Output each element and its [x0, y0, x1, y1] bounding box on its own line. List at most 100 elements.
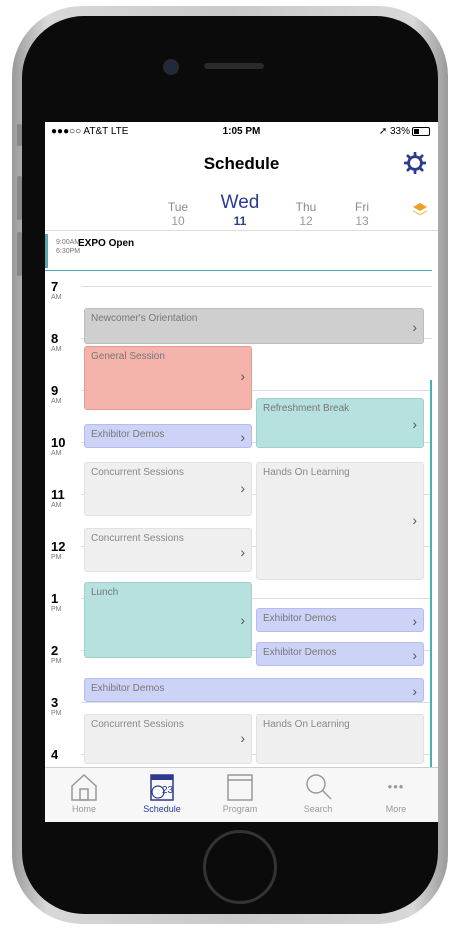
- event-exhibitor-demos[interactable]: Exhibitor Demos ›: [84, 678, 424, 702]
- event-lunch[interactable]: Lunch ›: [84, 582, 252, 658]
- chevron-right-icon: ›: [240, 730, 245, 746]
- day-name: Fri: [355, 200, 369, 214]
- program-icon: [227, 774, 253, 801]
- chevron-right-icon: ›: [240, 368, 245, 384]
- chevron-right-icon: ›: [240, 612, 245, 628]
- nav-bar: Schedule: [45, 144, 438, 180]
- hour-line: [81, 702, 432, 703]
- chevron-right-icon: ›: [412, 512, 417, 528]
- event-label: Refreshment Break: [263, 403, 350, 414]
- page-title: Schedule: [203, 154, 280, 173]
- event-exhibitor-demos[interactable]: Exhibitor Demos ›: [256, 608, 424, 632]
- event-label: Hands On Learning: [263, 467, 350, 478]
- event-concurrent-sessions[interactable]: Concurrent Sessions ›: [84, 462, 252, 516]
- hour-label: 4: [51, 747, 59, 762]
- day-name: Wed: [220, 192, 260, 213]
- event-label: Concurrent Sessions: [91, 533, 184, 544]
- event-exhibitor-demos[interactable]: Exhibitor Demos ›: [256, 642, 424, 666]
- hour-label: 9 AM: [51, 383, 62, 406]
- hour-label: 10 AM: [51, 435, 66, 458]
- tab-program[interactable]: Program: [205, 772, 275, 814]
- earpiece-speaker: [204, 63, 264, 69]
- day-wed[interactable]: Wed 11: [215, 192, 265, 228]
- day-selector: Tue 10 Wed 11 Thu 12 Fri 13: [45, 186, 438, 231]
- tab-label: Search: [303, 804, 333, 814]
- battery-icon: [412, 126, 430, 136]
- calendar-icon: 23: [150, 774, 174, 801]
- gear-icon[interactable]: [404, 152, 426, 174]
- hour-label: 8 AM: [51, 331, 62, 354]
- schedule-grid: 7 AM 8 AM 9 AM 10 AM 11 AM 12 PM 1 PM 2 PM 3 PM 4…: [45, 272, 438, 772]
- hour-label: 11 AM: [51, 487, 65, 510]
- day-tue[interactable]: Tue 10: [153, 200, 203, 228]
- hour-line: [81, 286, 432, 287]
- all-day-divider: [45, 270, 432, 271]
- all-day-event[interactable]: 9:00AM 6:30PM EXPO Open: [45, 234, 438, 268]
- home-icon: [71, 773, 97, 801]
- hour-label: 7 AM: [51, 279, 62, 302]
- day-name: Thu: [295, 200, 317, 214]
- all-day-end: 6:30PM: [56, 248, 81, 255]
- hour-label: 1 PM: [51, 591, 62, 614]
- calendar-badge: 23: [162, 785, 174, 796]
- event-label: Lunch: [91, 587, 119, 598]
- day-name: Tue: [167, 200, 189, 214]
- more-icon: •••: [387, 779, 405, 794]
- day-date: 10: [171, 214, 185, 228]
- event-label: Exhibitor Demos: [91, 683, 165, 694]
- day-date: 13: [355, 214, 369, 228]
- battery-label: ➚ 33%: [378, 126, 410, 137]
- tab-label: Program: [222, 804, 258, 814]
- hour-label: 3 PM: [51, 695, 62, 718]
- tab-schedule[interactable]: 23 Schedule: [127, 772, 197, 814]
- chevron-right-icon: ›: [240, 480, 245, 496]
- event-general-session[interactable]: General Session ›: [84, 346, 252, 410]
- event-newcomers-orientation[interactable]: Newcomer's Orientation ›: [84, 308, 424, 344]
- day-date: 12: [299, 214, 313, 228]
- chevron-right-icon: ›: [412, 416, 417, 432]
- tab-bar: Home 23 Schedule Program Search ••• More: [45, 767, 438, 822]
- tab-more[interactable]: ••• More: [361, 772, 431, 814]
- event-label: Concurrent Sessions: [91, 719, 184, 730]
- all-day-start: 9:00AM: [56, 239, 81, 246]
- event-label: Hands On Learning: [263, 719, 350, 730]
- event-refreshment-break[interactable]: Refreshment Break ›: [256, 398, 424, 448]
- event-label: Exhibitor Demos: [263, 613, 337, 624]
- layers-icon[interactable]: [412, 202, 428, 216]
- all-day-times: 9:00AM 6:30PM: [56, 238, 80, 256]
- event-label: Concurrent Sessions: [91, 467, 184, 478]
- tab-label: More: [385, 804, 407, 814]
- tab-label: Schedule: [143, 804, 181, 814]
- tab-search[interactable]: Search: [283, 772, 353, 814]
- event-concurrent-sessions[interactable]: Concurrent Sessions ›: [84, 528, 252, 572]
- timeline-indicator: [430, 380, 432, 770]
- event-label: General Session: [91, 351, 165, 362]
- event-label: Exhibitor Demos: [263, 647, 337, 658]
- event-exhibitor-demos[interactable]: Exhibitor Demos ›: [84, 424, 252, 448]
- hour-label: 2 PM: [51, 643, 62, 666]
- front-camera: [163, 59, 179, 75]
- event-hands-on-learning[interactable]: Hands On Learning ›: [256, 462, 424, 580]
- chevron-right-icon: ›: [412, 319, 417, 335]
- home-button[interactable]: [203, 830, 277, 904]
- day-date: 11: [233, 214, 247, 228]
- event-label: Exhibitor Demos: [91, 429, 165, 440]
- tab-home[interactable]: Home: [49, 772, 119, 814]
- tab-label: Home: [71, 804, 96, 814]
- app-screen: ●●●○○ AT&T LTE 1:05 PM ➚ 33% Schedule Tu…: [45, 122, 438, 822]
- day-fri[interactable]: Fri 13: [337, 200, 387, 228]
- chevron-right-icon: ›: [412, 613, 417, 629]
- chevron-right-icon: ›: [412, 683, 417, 699]
- chevron-right-icon: ›: [412, 647, 417, 663]
- chevron-right-icon: ›: [240, 544, 245, 560]
- all-day-title: EXPO Open: [78, 238, 135, 249]
- day-thu[interactable]: Thu 12: [281, 200, 331, 228]
- chevron-right-icon: ›: [240, 429, 245, 445]
- event-concurrent-sessions[interactable]: Concurrent Sessions ›: [84, 714, 252, 764]
- status-bar: ●●●○○ AT&T LTE 1:05 PM ➚ 33%: [45, 122, 438, 142]
- hour-label: 12 PM: [51, 539, 66, 562]
- event-label: Newcomer's Orientation: [91, 313, 198, 324]
- battery-indicator: ➚ 33%: [379, 126, 430, 137]
- search-icon: [306, 774, 332, 800]
- event-hands-on-learning[interactable]: Hands On Learning: [256, 714, 424, 764]
